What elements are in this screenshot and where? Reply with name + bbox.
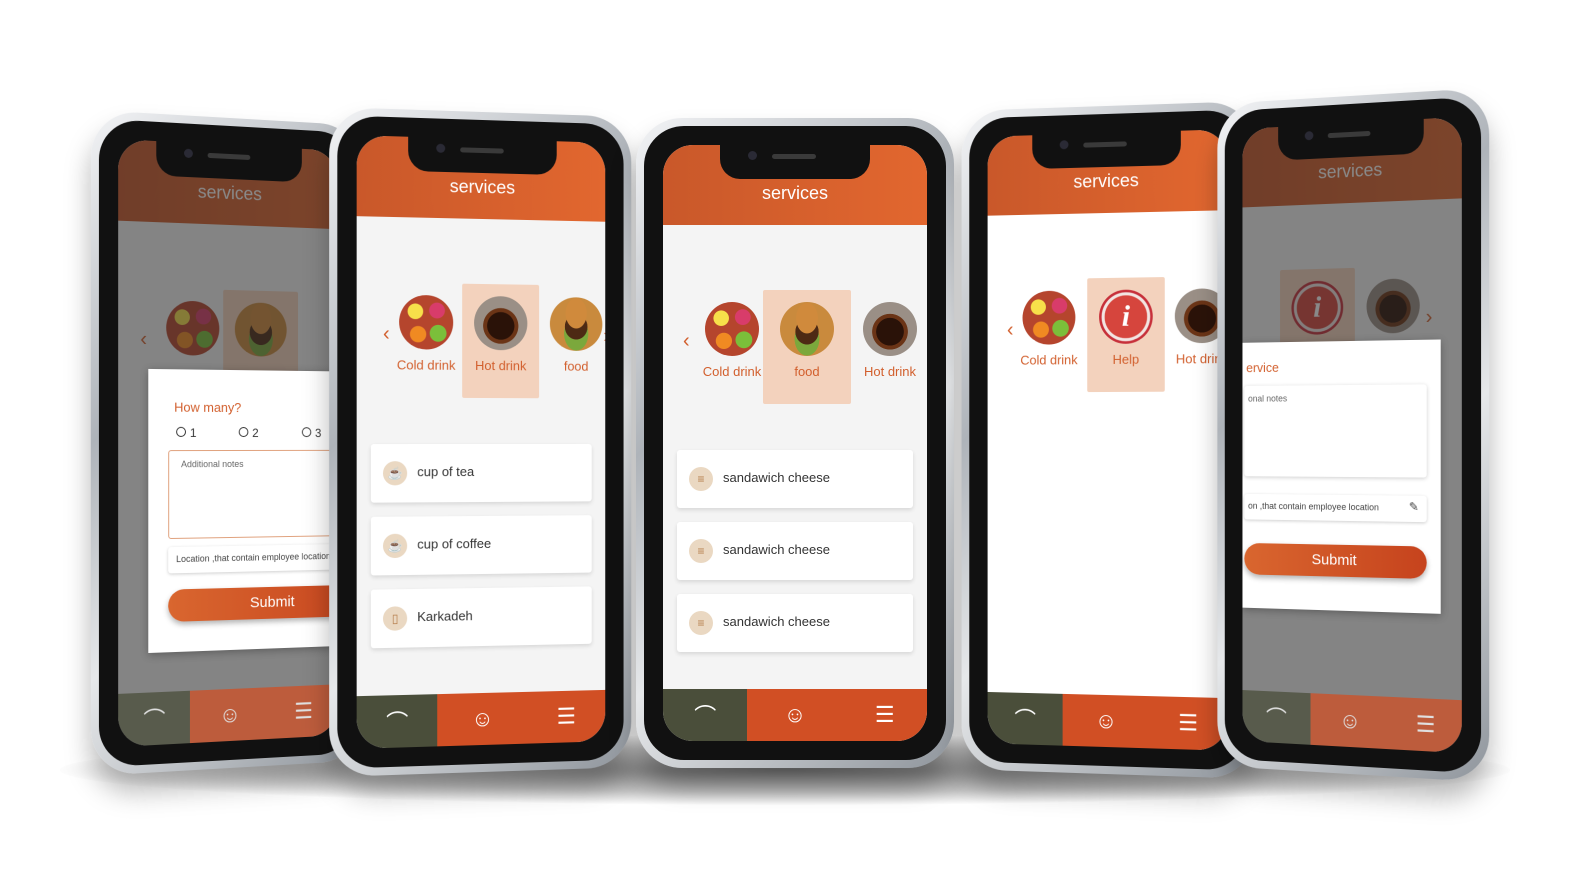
category-label: Cold drink [1020,352,1078,368]
list-item[interactable]: ☕ cup of tea [370,443,592,503]
item-label: Karkadeh [417,608,473,625]
pencil-icon[interactable]: ✎ [1409,500,1419,514]
chevron-right-icon[interactable]: › [603,325,605,348]
list-item[interactable]: ▯ Karkadeh [370,586,592,649]
screen-service: services i › ervice onal notes on ,that … [1242,116,1462,754]
list-icon[interactable]: ☰ [269,684,338,739]
submit-button[interactable]: Submit [168,584,338,622]
category-label: Cold drink [702,364,762,379]
user-icon[interactable]: ☺ [747,689,843,741]
notes-field[interactable]: onal notes [1244,384,1426,477]
coffee-cup-icon: ☕ [382,533,408,559]
category-food[interactable]: food [538,285,605,399]
phone-help: services ‹ Cold drink iHelp Hot drink › … [961,101,1255,779]
sandwich-icon: ≡ [689,539,713,563]
radio-option-3[interactable]: 3 [301,426,321,440]
hot-drink-image [863,302,917,356]
category-cold-drink[interactable]: Cold drink [693,290,771,404]
cold-drink-image [1022,290,1076,345]
phone-notch [156,141,302,183]
radio-option-2[interactable]: 2 [238,426,259,440]
phone-notch [407,136,557,175]
cup-icon: ☕ [382,461,408,486]
category-cold-drink[interactable]: Cold drink [1011,278,1087,392]
cloche-icon[interactable]: ⌒ [356,694,438,749]
screen-quantity: services ‹ How many? 1 2 3 Additional no… [118,139,338,747]
list-icon[interactable]: ☰ [1389,696,1462,754]
bottom-nav: ⌒ ☺ ☰ [118,684,338,747]
phone-notch [1032,130,1181,170]
list-item[interactable]: ≡ sandawich cheese [677,594,913,652]
page-title: services [449,176,516,198]
category-hot-drink[interactable]: Hot drink [462,283,540,399]
cloche-icon[interactable]: ⌒ [663,689,748,741]
category-label: food [563,358,589,374]
phone-notch [720,145,870,179]
service-dialog: ervice onal notes on ,that contain emplo… [1242,339,1441,614]
submit-button[interactable]: Submit [1244,542,1427,579]
page-title: services [1073,170,1139,192]
list-item[interactable]: ☕ cup of coffee [370,515,592,576]
location-field[interactable]: on ,that contain employee location ✎ [1244,494,1426,522]
info-icon: i [1099,289,1153,345]
cloche-icon[interactable]: ⌒ [118,690,191,747]
cold-drink-image [399,294,454,350]
dialog-question: How many? [174,399,242,416]
item-label: sandawich cheese [723,542,830,557]
category-cold-drink[interactable]: Cold drink [387,282,465,397]
phone-quantity-dialog: services ‹ How many? 1 2 3 Additional no… [90,109,363,777]
cloche-icon[interactable]: ⌒ [987,691,1064,746]
radio-option-1[interactable]: 1 [176,426,197,440]
category-label: Hot drink [863,364,917,379]
category-label: food [794,364,820,379]
user-icon[interactable]: ☺ [1063,693,1150,749]
item-label: cup of tea [417,464,475,480]
phone-notch [1278,118,1424,161]
user-icon[interactable]: ☺ [1310,693,1390,750]
bottom-nav: ⌒ ☺ ☰ [987,691,1228,751]
user-icon[interactable]: ☺ [190,687,270,744]
category-label: Cold drink [396,357,456,373]
chevron-left-icon[interactable]: ‹ [683,330,690,353]
screen-food: services ‹ Cold drink food Hot drink › ≡… [663,145,927,741]
page-title: services [761,183,828,203]
item-list: ☕ cup of tea ☕ cup of coffee ▯ Karkadeh [370,443,592,662]
cold-drink-image [705,302,759,356]
sandwich-icon: ≡ [689,467,713,491]
list-icon[interactable]: ☰ [1149,696,1228,751]
glass-icon: ▯ [382,606,408,631]
bottom-nav: ⌒ ☺ ☰ [1242,690,1462,754]
food-image [549,296,603,352]
item-label: sandawich cheese [723,614,830,629]
category-label: Help [1112,351,1140,367]
notes-field[interactable]: Additional notes [168,449,338,540]
item-list: ≡ sandawich cheese ≡ sandawich cheese ≡ san… [677,450,913,666]
item-label: cup of coffee [417,535,492,552]
category-help[interactable]: i Help [1087,277,1165,393]
food-image [780,302,834,356]
location-field[interactable]: Location ,that contain employee location [168,543,337,573]
phone-service-dialog: services i › ervice onal notes on ,that … [1217,87,1490,783]
category-food[interactable]: food [763,290,851,404]
bottom-nav: ⌒ ☺ ☰ [356,689,606,749]
list-item[interactable]: ≡ sandawich cheese [677,450,913,508]
hot-drink-image [474,295,528,351]
dialog-title: ervice [1246,359,1279,376]
screen-hot-drink: services ‹ Cold drink Hot drink food › ☕… [356,135,606,749]
phone-food: services ‹ Cold drink food Hot drink › ≡… [636,118,954,768]
category-hot-drink[interactable]: Hot drink [851,290,927,404]
cloche-icon[interactable]: ⌒ [1242,690,1311,745]
quantity-dialog: How many? 1 2 3 Additional notes Locatio… [148,368,338,654]
screen-help: services ‹ Cold drink iHelp Hot drink › … [987,129,1228,751]
phone-hot-drink: services ‹ Cold drink Hot drink food › ☕… [329,106,632,778]
bottom-nav: ⌒ ☺ ☰ [663,689,927,741]
user-icon[interactable]: ☺ [437,691,528,747]
list-icon[interactable]: ☰ [527,689,606,744]
list-item[interactable]: ≡ sandawich cheese [677,522,913,580]
list-icon[interactable]: ☰ [842,689,927,741]
item-label: sandawich cheese [723,470,830,485]
category-label: Hot drink [475,357,527,374]
sandwich-icon: ≡ [689,611,713,635]
